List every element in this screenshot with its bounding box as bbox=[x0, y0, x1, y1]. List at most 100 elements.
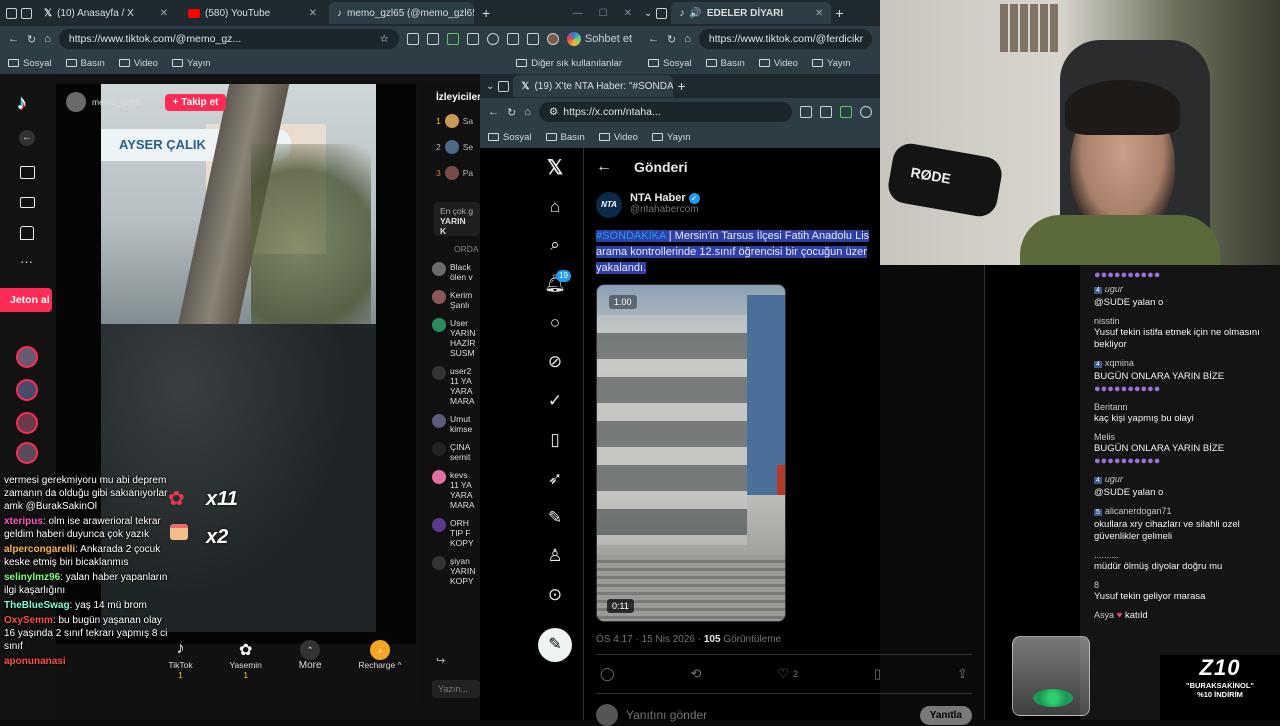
live-avatar[interactable] bbox=[16, 442, 38, 464]
streamer-name[interactable]: memo_gzl65 bbox=[92, 97, 141, 107]
gift-more-button[interactable]: ⌃ More bbox=[299, 640, 322, 690]
new-tab-icon[interactable]: + bbox=[835, 5, 843, 21]
post-time[interactable]: ÖS 4:17 · 15 Nis 2026 · bbox=[596, 634, 704, 645]
back-icon[interactable]: ← bbox=[8, 33, 19, 45]
close-tab-icon[interactable]: ✕ bbox=[160, 8, 168, 19]
viewer-row[interactable]: 1 Sa bbox=[436, 114, 473, 128]
site-info-icon[interactable]: ⚙ bbox=[549, 106, 558, 118]
chevron-down-icon[interactable]: ⌄ bbox=[486, 81, 494, 92]
extension-icon[interactable] bbox=[466, 33, 479, 45]
rocket-icon[interactable]: ➶ bbox=[545, 469, 565, 489]
favorites-icon[interactable] bbox=[526, 33, 539, 45]
extension-icon[interactable] bbox=[426, 33, 439, 45]
address-bar[interactable]: https://www.tiktok.com/@ferdicikr bbox=[698, 29, 872, 49]
minimize-icon[interactable]: — bbox=[573, 8, 583, 19]
back-arrow-icon[interactable]: ← bbox=[596, 158, 612, 176]
close-window-icon[interactable]: ✕ bbox=[624, 8, 632, 19]
bookmark[interactable]: Video bbox=[598, 132, 638, 143]
tab-actions-icon[interactable] bbox=[656, 7, 668, 19]
split-screen-icon[interactable] bbox=[506, 33, 519, 45]
bookmark-video[interactable]: Video bbox=[118, 58, 158, 69]
bookmarks-icon[interactable]: ▯ bbox=[545, 430, 565, 450]
back-icon[interactable]: ← bbox=[648, 33, 659, 45]
close-tab-icon[interactable]: ✕ bbox=[815, 8, 823, 19]
reply-button[interactable]: Yanıtla bbox=[919, 705, 972, 725]
back-icon[interactable]: ← bbox=[488, 106, 499, 118]
reply-icon[interactable]: ◯ bbox=[600, 666, 615, 682]
share-icon[interactable]: ⇪ bbox=[957, 666, 968, 682]
settings-icon[interactable] bbox=[860, 106, 872, 118]
jeton-button[interactable]: Jeton al bbox=[0, 288, 52, 312]
live-avatar[interactable] bbox=[16, 346, 38, 368]
live-avatar[interactable] bbox=[16, 412, 38, 434]
refresh-icon[interactable]: ↻ bbox=[27, 33, 36, 46]
grok-icon[interactable]: ⊘ bbox=[545, 352, 565, 372]
close-tab-icon[interactable]: ✕ bbox=[309, 8, 317, 19]
settings-icon[interactable] bbox=[486, 33, 499, 45]
notifications-icon[interactable]: 🔔︎ 19 bbox=[544, 270, 571, 294]
author-name[interactable]: NTA Haber bbox=[630, 192, 686, 204]
tab-x-home[interactable]: 𝕏 (10) Anasayfa / X ✕ bbox=[36, 2, 176, 24]
repost-icon[interactable]: ⟲ bbox=[691, 666, 702, 682]
hashtag-link[interactable]: #SONDAKİKA bbox=[596, 230, 666, 242]
x-logo-icon[interactable]: 𝕏 bbox=[545, 157, 565, 179]
tiktok-logo-icon[interactable]: ♪ bbox=[17, 92, 27, 115]
home-icon[interactable]: ⌂ bbox=[524, 106, 531, 118]
like-button[interactable]: ♡ 2 bbox=[777, 666, 798, 682]
author-handle[interactable]: @ntahabercom bbox=[630, 204, 700, 215]
tab-actions-icon[interactable] bbox=[498, 80, 510, 92]
avatar[interactable] bbox=[546, 33, 559, 45]
verified-icon[interactable]: ✓ bbox=[545, 391, 565, 411]
bookmark[interactable]: Yayın bbox=[651, 132, 691, 143]
extension-icon[interactable] bbox=[840, 106, 852, 118]
bookmark-other[interactable]: Diğer sık kullanılanlar bbox=[516, 58, 622, 69]
new-tab-icon[interactable]: + bbox=[677, 78, 685, 94]
address-bar[interactable]: https://www.tiktok.com/@memo_gz... ☆ bbox=[58, 29, 399, 49]
collapse-icon[interactable]: ← bbox=[19, 130, 35, 146]
post-video[interactable]: 1.00 0:11 bbox=[596, 284, 786, 622]
home-icon[interactable]: ⌂ bbox=[545, 197, 565, 217]
share-icon[interactable]: ↪ bbox=[436, 654, 445, 667]
tab-youtube[interactable]: (580) YouTube ✕ bbox=[180, 2, 325, 24]
bookmark[interactable]: Sosyal bbox=[648, 58, 692, 69]
comment-input[interactable]: Yazın... bbox=[432, 680, 480, 698]
live-avatar[interactable] bbox=[16, 379, 38, 401]
star-icon[interactable] bbox=[820, 106, 832, 118]
tab-actions-icon[interactable] bbox=[21, 7, 32, 19]
home-icon[interactable] bbox=[20, 226, 34, 240]
search-icon[interactable]: ⌕ bbox=[545, 235, 565, 255]
more-circle-icon[interactable]: ⊙ bbox=[545, 585, 565, 605]
workspaces-icon[interactable] bbox=[6, 7, 17, 19]
speed-badge[interactable]: 1.00 bbox=[609, 295, 637, 309]
profile-icon[interactable]: ♙ bbox=[545, 546, 565, 566]
bookmark-sosyal[interactable]: Sosyal bbox=[8, 58, 52, 69]
bookmark-icon[interactable]: ▯ bbox=[874, 666, 881, 682]
bookmark[interactable]: Sosyal bbox=[488, 132, 532, 143]
tab-tiktok-ferdi[interactable]: ♪ 🔊 EDELER DİYARI ✕ bbox=[671, 2, 832, 24]
viewer-row[interactable]: 3 Pa bbox=[436, 166, 473, 180]
bookmark[interactable]: Video bbox=[758, 58, 798, 69]
favorite-star-icon[interactable]: ☆ bbox=[379, 33, 388, 45]
bookmark[interactable]: Yayın bbox=[811, 58, 851, 69]
follow-button[interactable]: + Takip et bbox=[164, 93, 227, 111]
chevron-down-icon[interactable]: ⌄ bbox=[644, 8, 652, 19]
extension-icon[interactable] bbox=[446, 33, 459, 45]
tab-x-post[interactable]: 𝕏 (19) X'te NTA Haber: "#SONDAKİK ✕ bbox=[513, 75, 674, 97]
more-icon[interactable]: ··· bbox=[20, 254, 33, 269]
refresh-icon[interactable]: ↻ bbox=[507, 106, 516, 119]
refresh-icon[interactable]: ↻ bbox=[667, 33, 676, 46]
articles-icon[interactable]: ✎ bbox=[545, 508, 565, 528]
maximize-icon[interactable]: ☐ bbox=[599, 8, 608, 19]
bookmark-basin[interactable]: Basın bbox=[65, 58, 105, 69]
live-icon[interactable] bbox=[20, 166, 35, 179]
extension-icon[interactable] bbox=[406, 33, 419, 45]
gift-yasemin[interactable]: ✿ Yasemin 1 bbox=[229, 640, 261, 690]
messages-icon[interactable]: ○ bbox=[545, 313, 565, 333]
address-bar[interactable]: ⚙ https://x.com/ntaha... bbox=[538, 102, 792, 122]
bookmark[interactable]: Basın bbox=[705, 58, 745, 69]
copilot-button[interactable]: Sohbet et bbox=[566, 32, 632, 46]
bookmark[interactable]: Basın bbox=[545, 132, 585, 143]
home-icon[interactable]: ⌂ bbox=[684, 33, 691, 45]
bookmark-yayin[interactable]: Yayın bbox=[171, 58, 211, 69]
tab-tiktok[interactable]: ♪ memo_gzl65 (@memo_gzl65) | ✕ bbox=[329, 2, 474, 24]
